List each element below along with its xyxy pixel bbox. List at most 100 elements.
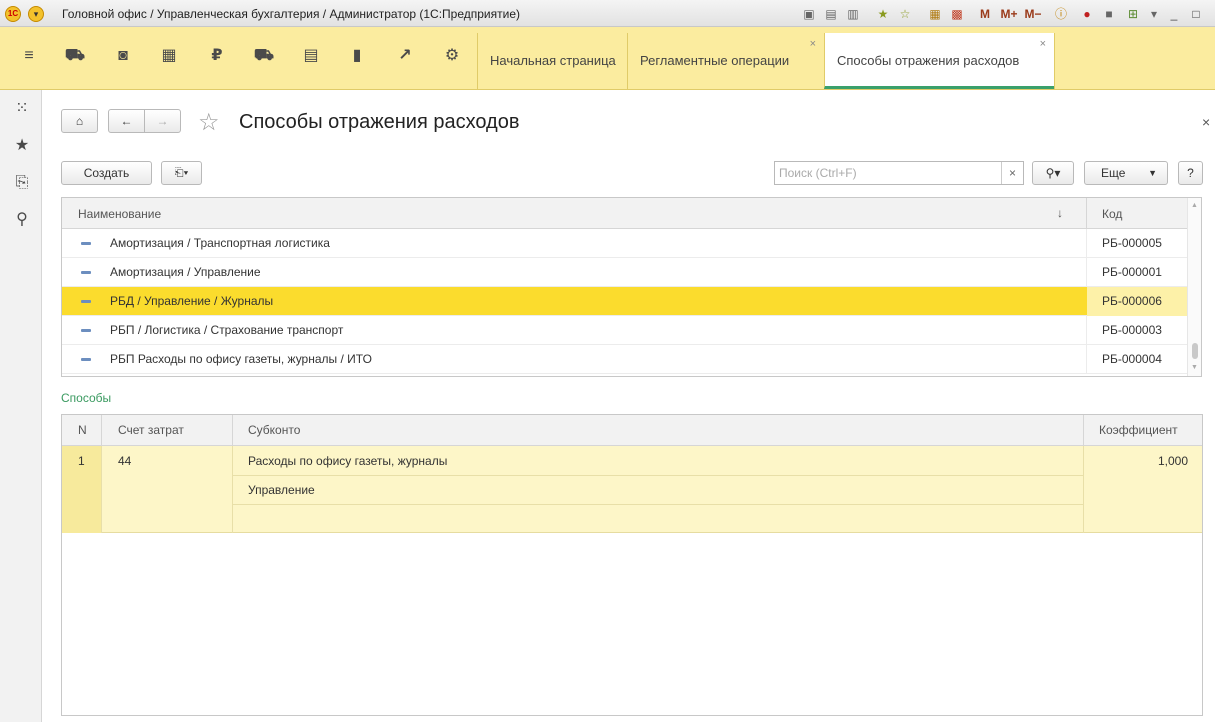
close-icon[interactable]: ×: [810, 16, 816, 72]
app-logo-icon[interactable]: 1С: [5, 6, 21, 22]
subconto-1-cell[interactable]: Расходы по офису газеты, журналы: [248, 454, 447, 468]
documents-icon[interactable]: ▤: [296, 41, 326, 71]
create-button[interactable]: Создать: [61, 161, 152, 185]
account-cell[interactable]: 44: [118, 454, 131, 468]
minimize-icon[interactable]: _: [1165, 5, 1183, 23]
bag-icon[interactable]: ◙: [108, 41, 138, 71]
methods-table-header: N Счет затрат Субконто Коэффициент: [62, 415, 1202, 446]
home-button[interactable]: ⌂: [61, 109, 98, 133]
column-divider: [232, 446, 233, 533]
info-icon[interactable]: ⓘ: [1052, 5, 1070, 23]
favorite-star-icon[interactable]: ☆: [198, 108, 220, 137]
row-code: РБ-000005: [1102, 236, 1162, 250]
column-divider: [1083, 415, 1084, 446]
row-name: РБД / Управление / Журналы: [110, 294, 274, 308]
search-input[interactable]: Поиск (Ctrl+F) ×: [774, 161, 1024, 185]
table-row[interactable]: РБП / Логистика / Страхование транспорт …: [62, 316, 1187, 345]
help-button[interactable]: ?: [1178, 161, 1203, 185]
trend-icon[interactable]: ↗: [390, 41, 420, 71]
gear-icon[interactable]: ⚙: [437, 41, 467, 71]
add-favorite-icon[interactable]: ★: [874, 5, 892, 23]
calculator-icon[interactable]: ▦: [926, 5, 944, 23]
table-row-selected[interactable]: РБД / Управление / Журналы РБ-000006: [62, 287, 1187, 316]
close-form-icon[interactable]: ×: [1202, 114, 1210, 130]
preview-icon[interactable]: ▥: [844, 5, 862, 23]
stop-icon[interactable]: ■: [1100, 5, 1118, 23]
tab-home[interactable]: Начальная страница: [477, 33, 627, 89]
subconto-2-cell[interactable]: Управление: [248, 483, 315, 497]
column-divider: [1086, 198, 1087, 229]
table-row[interactable]: Амортизация / Транспортная логистика РБ-…: [62, 229, 1187, 258]
row-number: 1: [78, 454, 85, 468]
command-icon[interactable]: ⊞: [1124, 5, 1142, 23]
record-icon[interactable]: ●: [1078, 5, 1096, 23]
item-icon: [81, 300, 91, 303]
row-code: РБ-000006: [1102, 294, 1162, 308]
column-divider: [1083, 446, 1084, 533]
column-header-account[interactable]: Счет затрат: [118, 423, 184, 437]
tools-panel: ⁙ ★ ⎘ ⚲: [0, 90, 42, 722]
column-divider: [1086, 229, 1087, 258]
tab-divider: [1054, 33, 1055, 89]
close-icon[interactable]: ×: [1040, 16, 1046, 72]
window-title-bar: 1С ▾ Головной офис / Управленческая бухг…: [0, 0, 1215, 27]
clear-search-icon[interactable]: ×: [1001, 162, 1023, 184]
grid-icon[interactable]: ▦: [154, 41, 184, 71]
create-based-on-button[interactable]: ⎗▾: [161, 161, 202, 185]
tab-label: Регламентные операции: [640, 53, 790, 68]
search-options-button[interactable]: ⚲▾: [1032, 161, 1074, 185]
tab-label: Начальная страница: [490, 53, 616, 68]
item-icon: [81, 271, 91, 274]
scroll-down-icon[interactable]: ▼: [1191, 364, 1198, 371]
row-name: Амортизация / Управление: [110, 265, 261, 279]
table-row[interactable]: 1 44 Расходы по офису газеты, журналы Уп…: [62, 446, 1202, 533]
tab-label: Способы отражения расходов: [837, 53, 1020, 68]
row-divider: [233, 475, 1083, 476]
page-title: Способы отражения расходов: [239, 111, 520, 133]
calendar-icon[interactable]: ▩: [948, 5, 966, 23]
maximize-icon[interactable]: □: [1187, 5, 1205, 23]
column-divider: [1086, 316, 1087, 345]
row-name: Амортизация / Транспортная логистика: [110, 236, 330, 250]
column-header-subconto[interactable]: Субконто: [248, 423, 300, 437]
coefficient-cell[interactable]: 1,000: [1158, 454, 1188, 468]
cart-icon[interactable]: ⛟: [60, 41, 90, 71]
column-divider: [101, 446, 102, 533]
tab-expense-methods[interactable]: Способы отражения расходов ×: [824, 33, 1054, 89]
column-header-n[interactable]: N: [78, 423, 87, 437]
item-icon: [81, 329, 91, 332]
section-title: Способы: [61, 391, 112, 405]
list-scrollbar[interactable]: ▲ ▼: [1187, 198, 1201, 376]
tab-scheduled-operations[interactable]: Регламентные операции ×: [627, 33, 824, 89]
truck-icon[interactable]: ⛟: [249, 41, 279, 71]
memory-m-plus-icon[interactable]: M+: [998, 5, 1020, 23]
column-divider: [1086, 258, 1087, 287]
item-icon: [81, 358, 91, 361]
column-header-code[interactable]: Код: [1102, 207, 1122, 221]
main-menu-button[interactable]: ▾: [28, 6, 44, 22]
scroll-up-icon[interactable]: ▲: [1191, 202, 1198, 209]
print-icon[interactable]: ▤: [822, 5, 840, 23]
menu-icon[interactable]: ≡: [14, 41, 44, 71]
apps-grid-icon[interactable]: ⁙: [11, 98, 33, 120]
chevron-down-icon: ▼: [1148, 168, 1157, 178]
list-header: Наименование ↓ Код: [62, 198, 1187, 229]
column-header-coefficient[interactable]: Коэффициент: [1099, 423, 1178, 437]
favorites-icon[interactable]: ☆: [896, 5, 914, 23]
scrollbar-thumb[interactable]: [1192, 343, 1198, 359]
more-tools-icon[interactable]: ▾: [1145, 5, 1163, 23]
table-row[interactable]: РБП Расходы по офису газеты, журналы / И…: [62, 345, 1187, 374]
memory-m-icon[interactable]: M: [976, 5, 994, 23]
ruble-icon[interactable]: ₽: [202, 41, 232, 71]
history-icon[interactable]: ⎘: [11, 172, 33, 194]
forward-button[interactable]: →: [144, 109, 181, 133]
search-placeholder: Поиск (Ctrl+F): [779, 166, 857, 180]
item-icon: [81, 242, 91, 245]
more-button[interactable]: Еще ▼: [1084, 161, 1168, 185]
column-header-name[interactable]: Наименование: [78, 207, 161, 221]
bar-chart-icon[interactable]: ▮: [342, 41, 372, 71]
search-icon[interactable]: ⚲: [11, 209, 33, 231]
star-icon[interactable]: ★: [11, 135, 33, 157]
table-row[interactable]: Амортизация / Управление РБ-000001: [62, 258, 1187, 287]
back-button[interactable]: ←: [108, 109, 145, 133]
